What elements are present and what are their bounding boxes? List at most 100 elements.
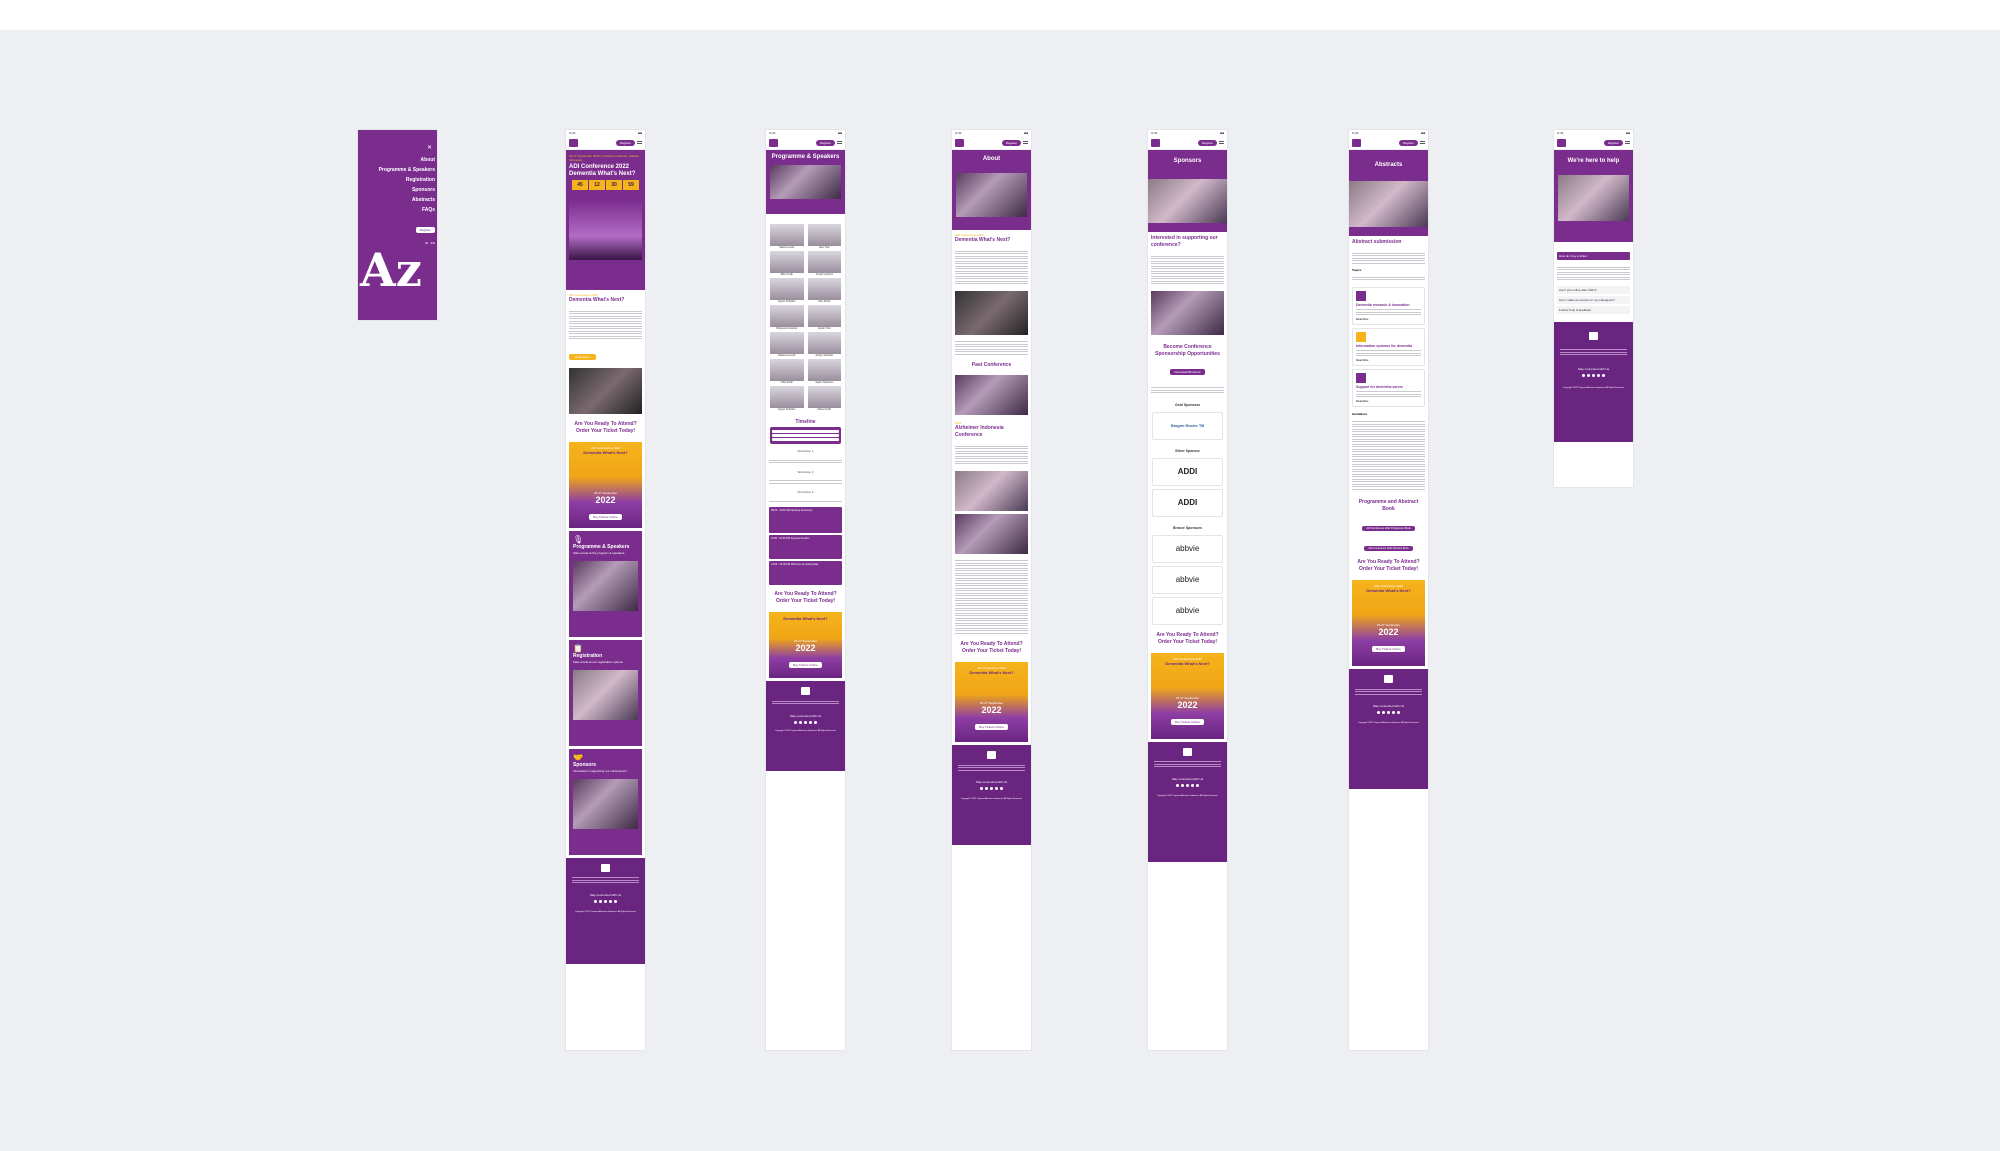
topic-card[interactable]: Support for dementia carers Read More [1352, 368, 1425, 407]
download-brochure-button[interactable]: Download Brochure [1170, 368, 1205, 375]
abstract-book-button[interactable]: ADI Conference 2022 Abstract Book [1364, 546, 1413, 551]
silver-sponsor-logo[interactable]: ADDI [1152, 488, 1223, 517]
stay-connected: Stay connected with Us [1171, 776, 1204, 781]
footer-logo [987, 751, 996, 759]
bronze-sponsors-label: Bronze Sponsors [1173, 525, 1202, 530]
faq-item-open[interactable]: How do I buy a ticket [1557, 252, 1630, 260]
register-button[interactable]: Register [815, 139, 835, 146]
menu-icon[interactable] [637, 141, 642, 144]
page-hero: We're here to help [1554, 150, 1633, 242]
session-card[interactable]: 09:00 - 11:00 AM Opening Ceremony [769, 507, 842, 533]
speaker-card[interactable]: Jordyn Schleifer [807, 332, 841, 357]
status-time: 9:41 [955, 131, 962, 135]
lang-en[interactable]: EN [431, 241, 435, 245]
session-card[interactable]: 13:00 - 14:30 PM What are we doing today [769, 561, 842, 585]
become-sponsor-title: Become Conference Sponsorship Opportunit… [1155, 343, 1220, 357]
read-more-link[interactable]: Read More [1356, 318, 1421, 321]
speaker-card[interactable]: Jaylon Schleifer [770, 386, 804, 411]
timeline-tabs[interactable] [770, 427, 841, 444]
menu-register-button[interactable]: Register [415, 227, 435, 233]
speaker-card[interactable]: Jordyn Lipshutz [807, 251, 841, 276]
footer-logo [801, 687, 810, 695]
cta-title: Are You Ready To Attend? Order Your Tick… [774, 591, 837, 604]
session-card[interactable]: 11:00 - 12:30 PM Keynote Session [769, 535, 842, 559]
bronze-sponsor-logo[interactable]: abbvie [1152, 596, 1223, 625]
social-icons[interactable] [1352, 711, 1425, 714]
buy-tickets-button[interactable]: Buy Tickets Online [975, 724, 1008, 730]
speaker-card[interactable]: Marcus Levitt [770, 224, 804, 249]
read-more-link[interactable]: Read More [1356, 400, 1421, 403]
tile-sponsors[interactable]: 🤝 Sponsors Interested in supporting our … [569, 748, 642, 855]
bronze-sponsor-logo[interactable]: abbvie [1152, 534, 1223, 563]
copyright: Copyright ©2022 Yayasan Alzheimer Indone… [1358, 722, 1419, 724]
menu-item-registration[interactable]: Registration [358, 175, 437, 185]
register-button[interactable]: Register [1398, 139, 1418, 146]
buy-tickets-button[interactable]: Buy Tickets Online [789, 662, 822, 668]
register-button[interactable]: Register [1197, 139, 1217, 146]
video-thumbnail[interactable] [569, 367, 642, 414]
logo[interactable] [1151, 138, 1160, 147]
menu-item-about[interactable]: About [358, 155, 437, 165]
register-button[interactable]: Register [615, 139, 635, 146]
topic-card[interactable]: Dementia research & innovation Read More [1352, 286, 1425, 325]
silver-sponsor-logo[interactable]: ADDI [1152, 457, 1223, 486]
logo[interactable] [1557, 138, 1566, 147]
menu-icon[interactable] [1023, 141, 1028, 144]
video-thumbnail[interactable] [955, 290, 1028, 335]
speaker-card[interactable]: Marie Smith [807, 386, 841, 411]
social-icons[interactable] [769, 720, 842, 724]
faq-item[interactable]: Can I make an invoice for my colleagues? [1557, 295, 1630, 304]
copyright: Copyright ©2022 Yayasan Alzheimer Indone… [575, 910, 636, 913]
logo[interactable] [769, 138, 778, 147]
page-title: Programme & Speakers [771, 154, 840, 160]
speaker-card[interactable]: Jaylon Schleifer [770, 278, 804, 303]
speaker-card[interactable]: Mike Smith [770, 251, 804, 276]
speaker-card[interactable]: Makenna Levitt [770, 332, 804, 357]
menu-icon[interactable] [1420, 141, 1425, 144]
read-more-link[interactable]: Read More [1356, 359, 1421, 362]
buy-tickets-button[interactable]: Buy Tickets Online [1171, 718, 1204, 725]
logo[interactable] [569, 138, 578, 147]
tile-title: Programme & Speakers [573, 543, 630, 550]
social-icons[interactable] [1557, 373, 1630, 377]
close-icon[interactable]: ✕ [358, 130, 437, 155]
register-button[interactable]: Register [1001, 139, 1021, 146]
tile-registration[interactable]: 📋 Registration Take a look at our regist… [569, 639, 642, 746]
menu-item-programme[interactable]: Programme & Speakers [358, 165, 437, 175]
buy-tickets-button[interactable]: Buy Tickets Online [589, 513, 622, 520]
speaker-card[interactable]: Alex Turk [807, 224, 841, 249]
speaker-card[interactable]: Alex Smith [807, 278, 841, 303]
tile-subtitle: Take a look at our registration options [573, 659, 623, 664]
faq-item[interactable]: Further help & feedback [1557, 305, 1630, 314]
menu-item-abstracts[interactable]: Abstracts [358, 195, 437, 205]
faq-item[interactable]: Can I join online after 2021? [1557, 285, 1630, 294]
logo[interactable] [1352, 138, 1361, 147]
stay-connected: Stay connected with Us [1577, 366, 1610, 371]
bronze-sponsor-logo[interactable]: abbvie [1152, 565, 1223, 594]
social-icons[interactable] [955, 787, 1028, 790]
programme-book-button[interactable]: ADI Conference 2022 Programme Book [1362, 526, 1415, 531]
gallery-image [955, 470, 1028, 511]
menu-item-sponsors[interactable]: Sponsors [358, 185, 437, 195]
speaker-card[interactable]: Jaylon Turk [807, 305, 841, 330]
topic-card[interactable]: Information systems for dementia Read Mo… [1352, 327, 1425, 366]
speaker-card[interactable]: Jaylon Septimus [807, 359, 841, 384]
menu-icon[interactable] [1219, 141, 1224, 144]
footer: Stay connected with Us Copyright ©2022 Y… [766, 681, 845, 771]
hero-image [1148, 179, 1227, 223]
lang-id[interactable]: ID [425, 241, 428, 245]
logo[interactable] [955, 138, 964, 147]
menu-icon[interactable] [1625, 141, 1630, 144]
buy-tickets-button[interactable]: Buy Tickets Online [1372, 646, 1405, 652]
read-more-button[interactable]: Read More [569, 353, 596, 360]
social-icons[interactable] [569, 899, 642, 903]
hero-title: ADI Conference 2022 Dementia What's Next… [569, 164, 636, 177]
speaker-card[interactable]: Hollywood Lipshutz [770, 305, 804, 330]
gold-sponsor-logo[interactable]: Biogen Roche TB [1152, 411, 1223, 440]
menu-item-faqs[interactable]: FAQs [358, 205, 437, 215]
speaker-card[interactable]: Hiba Smith [770, 359, 804, 384]
menu-icon[interactable] [837, 141, 842, 144]
register-button[interactable]: Register [1603, 139, 1623, 146]
tile-programme[interactable]: 🎙 Programme & Speakers Take a look at th… [569, 530, 642, 637]
social-icons[interactable] [1151, 783, 1224, 787]
